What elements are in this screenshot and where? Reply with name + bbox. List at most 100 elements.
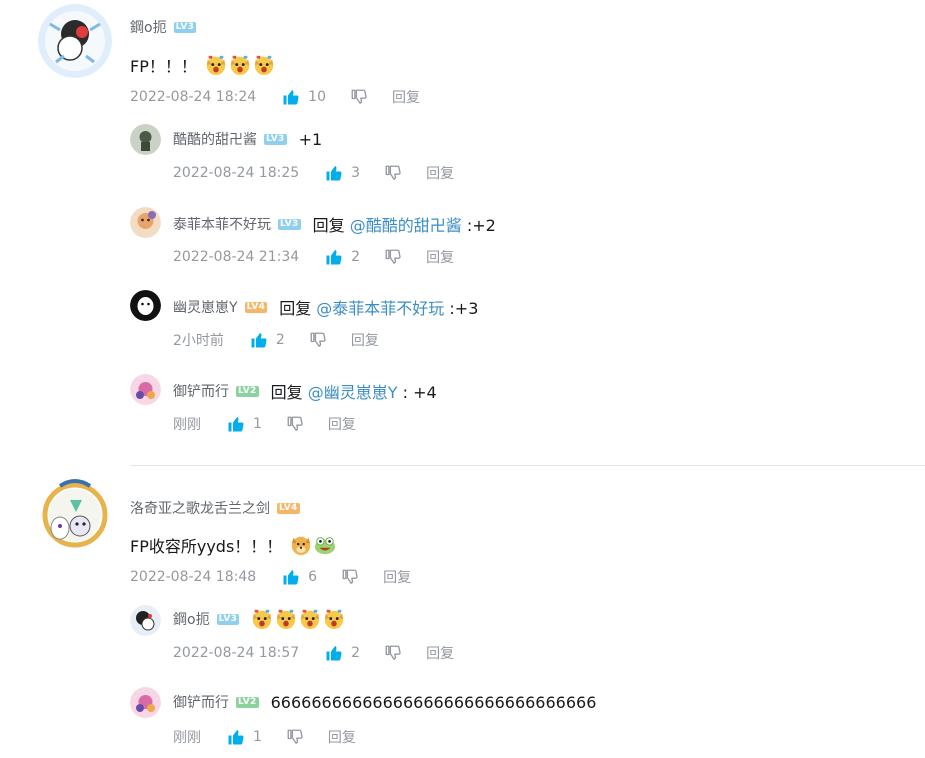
dislike-button[interactable] (384, 644, 402, 662)
thumbs-up-icon (250, 331, 268, 349)
username[interactable]: 幽灵崽崽Y (173, 297, 238, 317)
reply-button[interactable]: 回复 (426, 247, 454, 267)
thumbs-down-icon (384, 644, 402, 662)
thumbs-down-icon (286, 728, 304, 746)
reply-suffix: :+2 (461, 216, 496, 235)
reply-text: 回复 @幽灵崽崽Y : +4 (271, 379, 437, 403)
thumbs-up-icon (227, 415, 245, 433)
like-button[interactable]: 2 (325, 248, 360, 266)
comment-time: 2022-08-24 18:24 (130, 89, 257, 105)
dislike-button[interactable] (309, 331, 327, 349)
reply-suffix: : +4 (397, 383, 437, 402)
surprised-dog-emoji (323, 608, 345, 630)
reply-button[interactable]: 回复 (392, 87, 420, 107)
reply-suffix: :+3 (444, 299, 479, 318)
dislike-button[interactable] (350, 88, 368, 106)
level-badge: LV2 (236, 385, 259, 397)
thumbs-up-icon (325, 164, 343, 182)
avatar[interactable] (130, 207, 161, 238)
username[interactable]: 酷酷的甜卍酱 (173, 129, 257, 149)
reply-button[interactable]: 回复 (426, 643, 454, 663)
reply-button[interactable]: 回复 (328, 727, 356, 747)
username[interactable]: 洛奇亚之歌龙舌兰之剑 (130, 498, 270, 518)
username[interactable]: 鋼o扼 (173, 609, 210, 629)
level-badge: LV4 (277, 502, 300, 514)
like-button[interactable]: 1 (227, 415, 262, 433)
dislike-button[interactable] (341, 568, 359, 586)
level-badge: LV3 (264, 133, 287, 145)
like-count: 10 (308, 89, 326, 105)
avatar[interactable] (130, 687, 161, 718)
like-button[interactable]: 6 (282, 568, 317, 586)
avatar[interactable] (38, 478, 112, 552)
dislike-button[interactable] (384, 248, 402, 266)
reply-button[interactable]: 回复 (426, 163, 454, 183)
reply-button[interactable]: 回复 (328, 414, 356, 434)
comment-text: FP收容所yyds！！！ (130, 537, 283, 556)
like-count: 2 (275, 332, 285, 348)
like-count: 2 (351, 645, 361, 661)
comment-divider (130, 465, 925, 466)
username[interactable]: 御铲而行 (173, 381, 229, 401)
thumbs-down-icon (350, 88, 368, 106)
reply-time: 刚刚 (173, 730, 201, 746)
avatar[interactable] (38, 4, 112, 78)
reply-time: 2022-08-24 18:25 (173, 165, 300, 181)
surprised-dog-emoji (251, 608, 273, 630)
thumbs-up-icon (227, 728, 245, 746)
thumbs-up-icon (325, 248, 343, 266)
thumbs-up-icon (282, 568, 300, 586)
mention-link[interactable]: @泰菲本菲不好玩 (316, 299, 444, 318)
username[interactable]: 鋼o扼 (130, 17, 167, 37)
laughing-emoji (314, 534, 336, 556)
reply-time: 2022-08-24 21:34 (173, 249, 300, 265)
reply-text: 回复 @酷酷的甜卍酱 :+2 (313, 212, 496, 236)
reply-button[interactable]: 回复 (383, 567, 411, 587)
dislike-button[interactable] (384, 164, 402, 182)
reply-time: 2022-08-24 18:57 (173, 645, 300, 661)
like-button[interactable]: 1 (227, 728, 262, 746)
avatar[interactable] (130, 124, 161, 155)
dislike-button[interactable] (286, 728, 304, 746)
mention-link[interactable]: @幽灵崽崽Y (308, 383, 398, 402)
reply-button[interactable]: 回复 (351, 330, 379, 350)
reply-prefix: 回复 (270, 383, 303, 402)
surprised-dog-emoji (275, 608, 297, 630)
reply-text: 66666666666666666666666666666666 (270, 692, 597, 712)
username[interactable]: 御铲而行 (173, 692, 229, 712)
mention-link[interactable]: @酷酷的甜卍酱 (350, 216, 462, 235)
avatar[interactable] (130, 374, 161, 405)
like-count: 2 (351, 249, 361, 265)
thumbs-up-icon (325, 644, 343, 662)
surprised-dog-emoji (299, 608, 321, 630)
avatar[interactable] (130, 605, 161, 636)
level-badge: LV2 (236, 696, 259, 708)
reply-time: 刚刚 (173, 417, 201, 433)
reply-text: +1 (298, 129, 323, 149)
level-badge: LV4 (244, 301, 268, 313)
surprised-dog-emoji (229, 54, 251, 76)
like-button[interactable]: 2 (325, 644, 360, 662)
reply-text: 回复 @泰菲本菲不好玩 :+3 (279, 295, 478, 319)
avatar[interactable] (130, 290, 161, 321)
comment-text: FP！！！ (130, 57, 197, 76)
like-count: 6 (308, 569, 318, 585)
like-count: 1 (253, 729, 262, 745)
like-count: 3 (351, 165, 361, 181)
level-badge: LV3 (216, 613, 240, 625)
reply-time: 2小时前 (173, 333, 224, 349)
like-button[interactable]: 3 (325, 164, 360, 182)
like-button[interactable]: 2 (250, 331, 285, 349)
username[interactable]: 泰菲本菲不好玩 (173, 214, 271, 234)
thumbs-up-icon (282, 88, 300, 106)
like-button[interactable]: 10 (282, 88, 326, 106)
thumbs-down-icon (309, 331, 327, 349)
thumbs-down-icon (286, 415, 304, 433)
comment-time: 2022-08-24 18:48 (130, 569, 257, 585)
thumbs-down-icon (384, 164, 402, 182)
dislike-button[interactable] (286, 415, 304, 433)
reply-prefix: 回复 (312, 216, 345, 235)
surprised-dog-emoji (205, 54, 227, 76)
thumbs-down-icon (384, 248, 402, 266)
thumbs-down-icon (341, 568, 359, 586)
